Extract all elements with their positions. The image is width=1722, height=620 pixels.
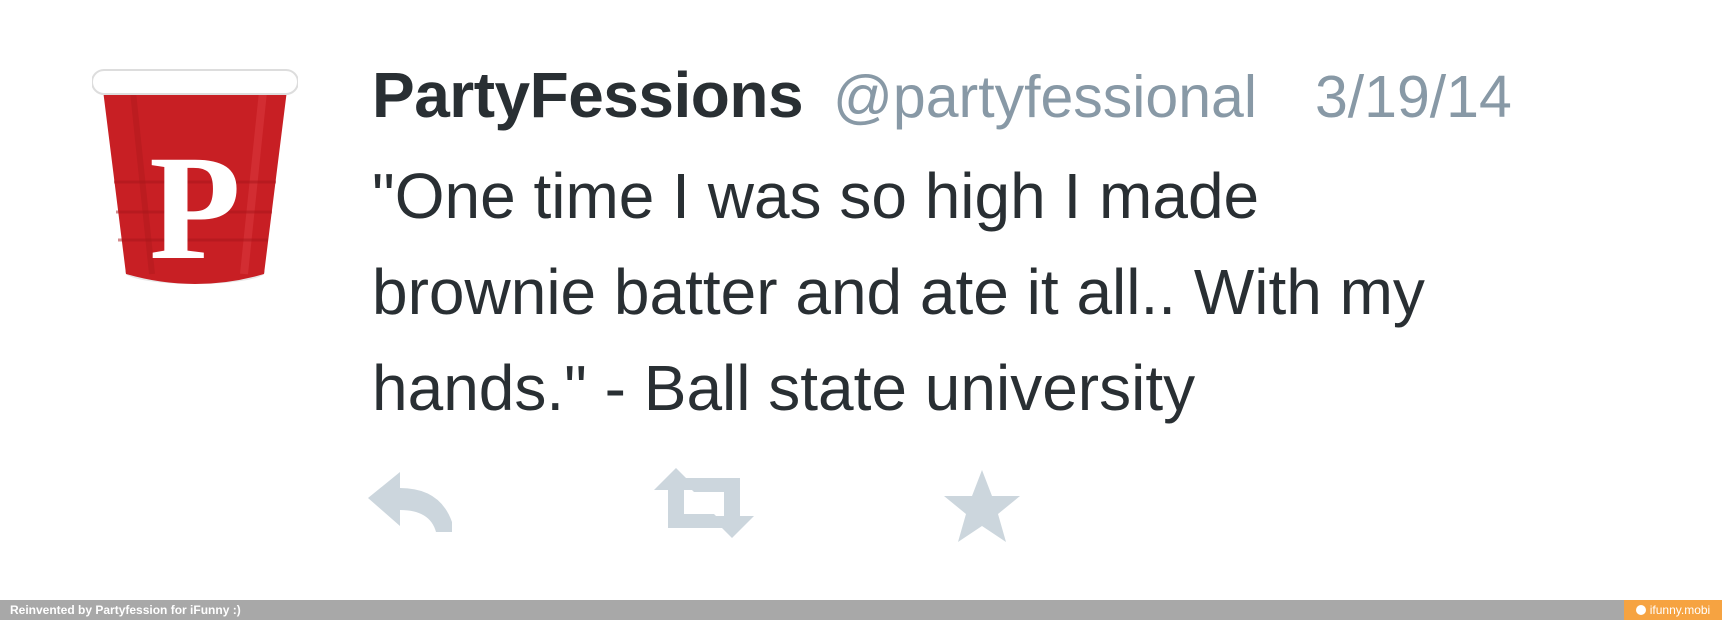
credit-text: Reinvented by Partyfession for iFunny :) (10, 603, 241, 617)
reply-button[interactable] (366, 468, 456, 543)
tweet-date[interactable]: 3/19/14 (1315, 63, 1512, 131)
display-name[interactable]: PartyFessions (372, 58, 804, 132)
avatar-letter: P (149, 125, 241, 291)
reply-icon (368, 472, 452, 532)
favorite-button[interactable] (942, 468, 1022, 549)
ifunny-logo-icon (1635, 605, 1646, 615)
ifunny-badge[interactable]: ifunny.mobi (1624, 600, 1722, 620)
brand-text: ifunny.mobi (1649, 603, 1711, 617)
user-handle[interactable]: @partyfessional (833, 63, 1257, 131)
retweet-icon (654, 468, 754, 538)
profile-avatar[interactable]: P (92, 62, 298, 322)
retweet-button[interactable] (648, 468, 760, 543)
tweet-header: PartyFessions @partyfessional 3/19/14 (372, 58, 1512, 138)
red-cup-logo: P (92, 69, 298, 291)
tweet-text: "One time I was so high I made brownie b… (372, 160, 1425, 424)
watermark-bar: Reinvented by Partyfession for iFunny :)… (0, 600, 1722, 620)
tweet-card: P PartyFessions @partyfessional 3/19/14 … (0, 0, 1722, 600)
star-icon (944, 470, 1020, 542)
